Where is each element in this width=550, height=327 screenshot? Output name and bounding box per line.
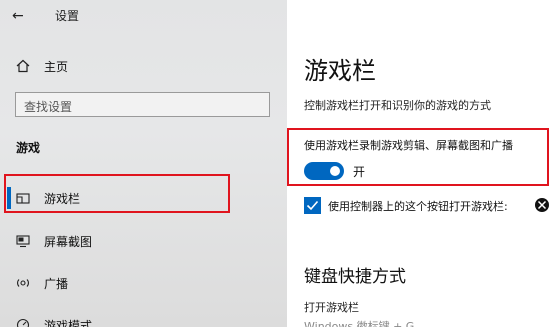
broadcast-icon xyxy=(16,276,30,290)
checkbox-label: 使用控制器上的这个按钮打开游戏栏: xyxy=(328,200,508,213)
sidebar-item-screen-capture[interactable]: 屏幕截图 xyxy=(16,230,92,252)
shortcut-label: 打开游戏栏 xyxy=(304,301,359,314)
keyboard-shortcuts-heading: 键盘快捷方式 xyxy=(304,267,406,287)
home-icon xyxy=(16,59,30,73)
checkmark-icon xyxy=(304,197,321,214)
search-input[interactable]: 查找设置 xyxy=(15,92,270,117)
main-content: 游戏栏 控制游戏栏打开和识别你的游戏的方式 使用游戏栏录制游戏剪辑、屏幕截图和广… xyxy=(287,0,550,327)
xbox-icon xyxy=(534,197,550,213)
sidebar-item-game-mode[interactable]: 游戏模式 xyxy=(16,314,92,327)
sidebar-item-broadcast[interactable]: 广播 xyxy=(16,272,68,294)
page-title: 游戏栏 xyxy=(304,57,376,85)
sidebar-item-label: 屏幕截图 xyxy=(44,234,93,249)
highlight-box-toggle xyxy=(287,128,549,186)
back-button[interactable]: ← xyxy=(12,6,34,26)
page-description: 控制游戏栏打开和识别你的游戏的方式 xyxy=(304,99,491,112)
sidebar-item-home[interactable]: 主页 xyxy=(16,56,68,76)
section-heading: 游戏 xyxy=(16,141,41,155)
game-mode-icon xyxy=(16,318,30,327)
sidebar: ← 设置 主页 查找设置 游戏 游戏栏 屏幕截图 广播 游戏模式 xyxy=(0,0,287,327)
sidebar-item-label: 主页 xyxy=(44,59,69,74)
controller-checkbox[interactable] xyxy=(304,197,321,214)
search-placeholder: 查找设置 xyxy=(24,100,73,114)
sidebar-item-label: 广播 xyxy=(44,276,69,291)
shortcut-value: Windows 徽标键 + G xyxy=(304,320,415,327)
app-title: 设置 xyxy=(55,9,80,23)
highlight-box-game-bar xyxy=(4,174,230,213)
screen-capture-icon xyxy=(16,234,30,248)
sidebar-item-label: 游戏模式 xyxy=(44,318,93,327)
